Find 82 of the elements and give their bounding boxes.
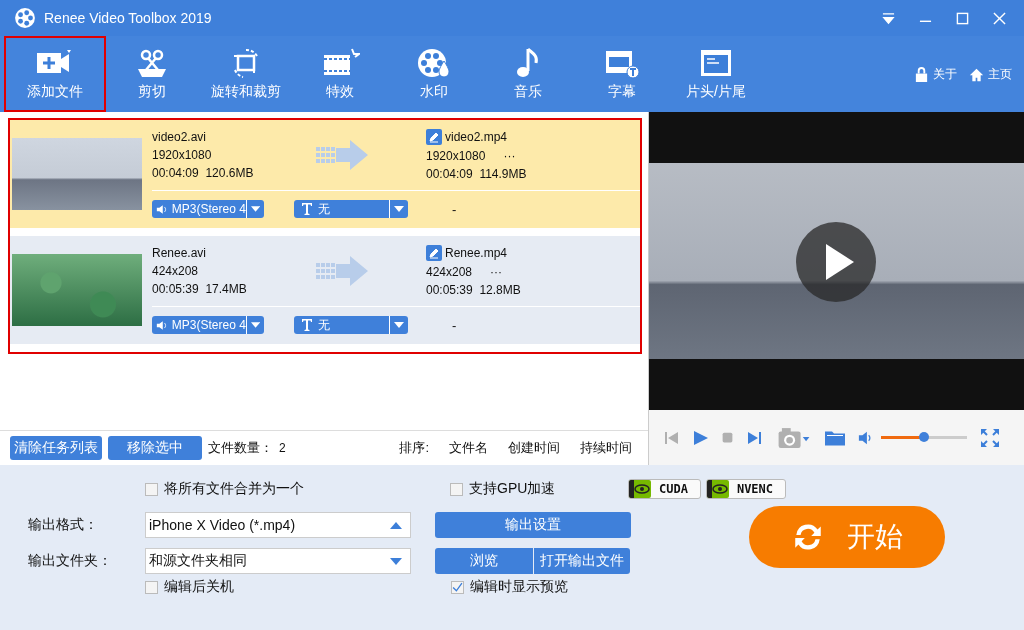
audio-track-dropdown[interactable]: MP3(Stereo 4	[152, 316, 264, 334]
fullscreen-icon[interactable]	[980, 427, 1000, 448]
toolbar-tool-button[interactable]: 特效	[292, 36, 388, 112]
list-action-button[interactable]: 移除选中	[108, 436, 202, 460]
output-file-name: video2.mp4	[426, 129, 576, 145]
toolbar-link[interactable]: 主页	[969, 36, 1012, 112]
toolbar-tool-button[interactable]: 片头/片尾	[668, 36, 764, 112]
extra-setting-text: -	[452, 317, 457, 333]
check-mark-icon	[452, 581, 463, 593]
sort-option-link[interactable]: 持续时间	[580, 439, 632, 457]
source-resolution: 1920x1080	[152, 148, 213, 162]
source-duration-size: 00:05:39 17.4MB	[152, 282, 248, 296]
stop-icon[interactable]	[721, 431, 734, 444]
convert-arrow-icon	[314, 139, 370, 171]
sort-label: 排序:	[399, 439, 429, 457]
toolbar-tool-button[interactable]: 旋转和裁剪	[198, 36, 294, 112]
output-format-dropdown[interactable]: iPhone X Video (*.mp4)	[145, 512, 411, 538]
eye-logo-icon	[706, 480, 729, 498]
output-settings-button[interactable]: 输出设置	[435, 512, 631, 538]
play-button-icon[interactable]	[796, 222, 876, 302]
edit-icon[interactable]	[426, 129, 442, 145]
merge-checkbox[interactable]: 将所有文件合并为一个	[145, 480, 450, 498]
folder-icon[interactable]	[825, 429, 845, 446]
source-file-name: video2.avi	[152, 130, 208, 144]
output-resolution: 424x208	[426, 265, 473, 279]
film-reel-logo-icon	[14, 7, 36, 29]
audio-track-dropdown[interactable]: MP3(Stereo 4	[152, 200, 264, 218]
toolbar-tool-button[interactable]: 剪切	[104, 36, 200, 112]
close-icon[interactable]	[993, 11, 1006, 25]
start-button[interactable]: 开始	[749, 506, 945, 568]
output-format-label: 输出格式：	[28, 516, 99, 534]
gpu-badge: CUDA	[628, 479, 701, 499]
subtitle-dropdown[interactable]: 无	[294, 200, 408, 218]
lock-icon	[914, 66, 929, 82]
shutdown-checkbox[interactable]: 编辑后关机	[145, 578, 451, 596]
camera-icon[interactable]	[776, 426, 812, 449]
more-options-button[interactable]: ···	[490, 265, 503, 279]
browse-button[interactable]: 浏览	[435, 548, 533, 574]
sort-option-link[interactable]: 文件名	[449, 439, 488, 457]
source-resolution: 424x208	[152, 264, 200, 278]
convert-arrow-icon	[314, 255, 370, 287]
gpu-badge: NVENC	[705, 479, 787, 499]
next-icon[interactable]	[747, 429, 763, 446]
speaker-icon	[156, 203, 168, 215]
maximize-icon[interactable]	[956, 11, 969, 25]
output-folder-label: 输出文件夹：	[28, 552, 113, 570]
output-resolution: 1920x1080	[426, 149, 486, 163]
output-file-name: Renee.mp4	[426, 245, 576, 261]
extra-setting-text: -	[452, 201, 457, 217]
window-title: Renee Video Toolbox 2019	[44, 10, 212, 26]
toolbar-tool-button[interactable]: 音乐	[480, 36, 576, 112]
file-count: 2	[279, 441, 286, 455]
gpu-checkbox[interactable]: 支持GPU加速	[450, 480, 628, 498]
toolbar-tool-button[interactable]: 添加文件	[4, 36, 106, 112]
play-icon[interactable]	[692, 429, 708, 446]
source-duration-size: 00:04:09 120.6MB	[152, 166, 255, 180]
file-count-label: 文件数量：	[208, 439, 273, 457]
source-file-name: Renee.avi	[152, 246, 208, 260]
toolbar-tool-button[interactable]: 水印	[386, 36, 482, 112]
caret-up-icon	[390, 521, 402, 529]
list-action-button[interactable]: 清除任务列表	[10, 436, 102, 460]
output-folder-dropdown[interactable]: 和源文件夹相同	[145, 548, 411, 574]
subtitle-dropdown[interactable]: 无	[294, 316, 408, 334]
file-row[interactable]: video2.avi 1920x1080 00:04:09 120.6MB video2.mp4 1920x1080 ··· 00:04:09 114.9MB MP3(Stereo 4 无 -	[10, 120, 640, 228]
previous-icon[interactable]	[663, 429, 679, 446]
toolbar-link[interactable]: 关于	[914, 36, 957, 112]
output-duration-size: 00:04:09 114.9MB	[426, 167, 528, 181]
caret-down-icon	[390, 557, 402, 565]
text-t-icon	[302, 319, 312, 331]
text-t-icon	[302, 203, 312, 215]
output-duration-size: 00:05:39 12.8MB	[426, 283, 522, 297]
file-row[interactable]: Renee.avi 424x208 00:05:39 17.4MB Renee.mp4 424x208 ··· 00:05:39 12.8MB MP3(Stereo 4 无 -	[10, 236, 640, 344]
home-icon	[969, 66, 984, 82]
toolbar-tool-button[interactable]: 字幕	[574, 36, 670, 112]
eye-logo-icon	[629, 480, 651, 498]
open-output-folder-button[interactable]: 打开输出文件	[534, 548, 630, 574]
more-options-button[interactable]: ···	[503, 149, 516, 163]
preview-checkbox[interactable]: 编辑时显示预览	[451, 578, 629, 596]
sort-option-link[interactable]: 创建时间	[508, 439, 560, 457]
edit-icon[interactable]	[426, 245, 442, 261]
dropdown-icon[interactable]	[882, 11, 895, 25]
speaker-icon	[156, 319, 168, 331]
